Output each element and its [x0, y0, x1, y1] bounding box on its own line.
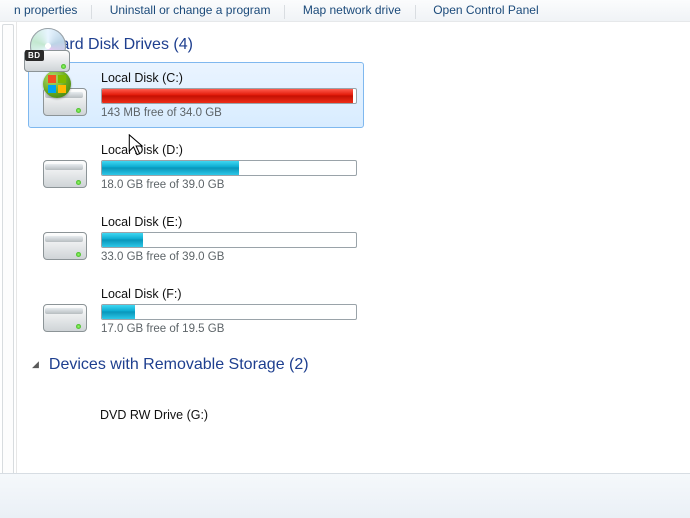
group-header-removable-label: Devices with Removable Storage (2): [49, 356, 309, 373]
hdd-icon: [35, 140, 91, 194]
toolbar-item-control-panel[interactable]: Open Control Panel: [419, 0, 552, 17]
group-header-hdd-label: Hard Disk Drives (4): [49, 36, 193, 53]
content-area: ◢Hard Disk Drives (4) Local Disk (C:) 14…: [16, 22, 690, 474]
toolbar-item-uninstall[interactable]: Uninstall or change a program: [96, 0, 285, 17]
drive-name: Local Disk (F:): [101, 287, 357, 301]
removable-grid: DVD DVD RW Drive (G:) BD BD-ROM Drive (H…: [28, 382, 686, 474]
media-badge: BD: [25, 50, 44, 61]
details-pane: [0, 473, 690, 518]
toolbar-separator: [91, 5, 92, 19]
drive-name: Local Disk (E:): [101, 215, 357, 229]
toolbar-item-properties[interactable]: n properties: [0, 0, 91, 17]
optical-drive-icon: DVD: [34, 388, 90, 442]
drive-free-text: 143 MB free of 34.0 GB: [101, 107, 357, 119]
drive-free-text: 17.0 GB free of 19.5 GB: [101, 323, 357, 335]
device-name: DVD RW Drive (G:): [100, 408, 208, 422]
toolbar-separator: [415, 5, 416, 19]
group-header-hdd[interactable]: ◢Hard Disk Drives (4): [28, 30, 686, 62]
capacity-bar: [101, 304, 357, 320]
capacity-fill: [102, 233, 143, 247]
capacity-fill: [102, 89, 353, 103]
toolbar-separator: [284, 5, 285, 19]
drive-local-disk-c[interactable]: Local Disk (C:) 143 MB free of 34.0 GB: [28, 62, 364, 128]
hdd-icon: [35, 284, 91, 338]
collapse-triangle-icon[interactable]: ◢: [32, 359, 39, 370]
capacity-bar: [101, 88, 357, 104]
device-dvd-rw-g[interactable]: DVD DVD RW Drive (G:): [28, 382, 364, 448]
capacity-bar: [101, 232, 357, 248]
drive-local-disk-f[interactable]: Local Disk (F:) 17.0 GB free of 19.5 GB: [28, 278, 364, 344]
group-header-removable[interactable]: ◢ Devices with Removable Storage (2): [28, 350, 686, 382]
optical-drive-icon: BD: [34, 460, 90, 474]
toolbar: n properties Uninstall or change a progr…: [0, 0, 690, 22]
drive-name: Local Disk (C:): [101, 71, 357, 85]
navigation-pane-collapsed[interactable]: [0, 22, 17, 474]
capacity-bar: [101, 160, 357, 176]
device-bd-rom-h[interactable]: BD BD-ROM Drive (H:): [28, 454, 364, 474]
hdd-icon: [35, 68, 91, 122]
drive-free-text: 33.0 GB free of 39.0 GB: [101, 251, 357, 263]
drive-name: Local Disk (D:): [101, 143, 357, 157]
drive-free-text: 18.0 GB free of 39.0 GB: [101, 179, 357, 191]
capacity-fill: [102, 305, 135, 319]
hdd-grid: Local Disk (C:) 143 MB free of 34.0 GB L…: [28, 62, 686, 350]
capacity-fill: [102, 161, 239, 175]
drive-local-disk-e[interactable]: Local Disk (E:) 33.0 GB free of 39.0 GB: [28, 206, 364, 272]
drive-local-disk-d[interactable]: Local Disk (D:) 18.0 GB free of 39.0 GB: [28, 134, 364, 200]
toolbar-item-map-network[interactable]: Map network drive: [289, 0, 415, 17]
hdd-icon: [35, 212, 91, 266]
